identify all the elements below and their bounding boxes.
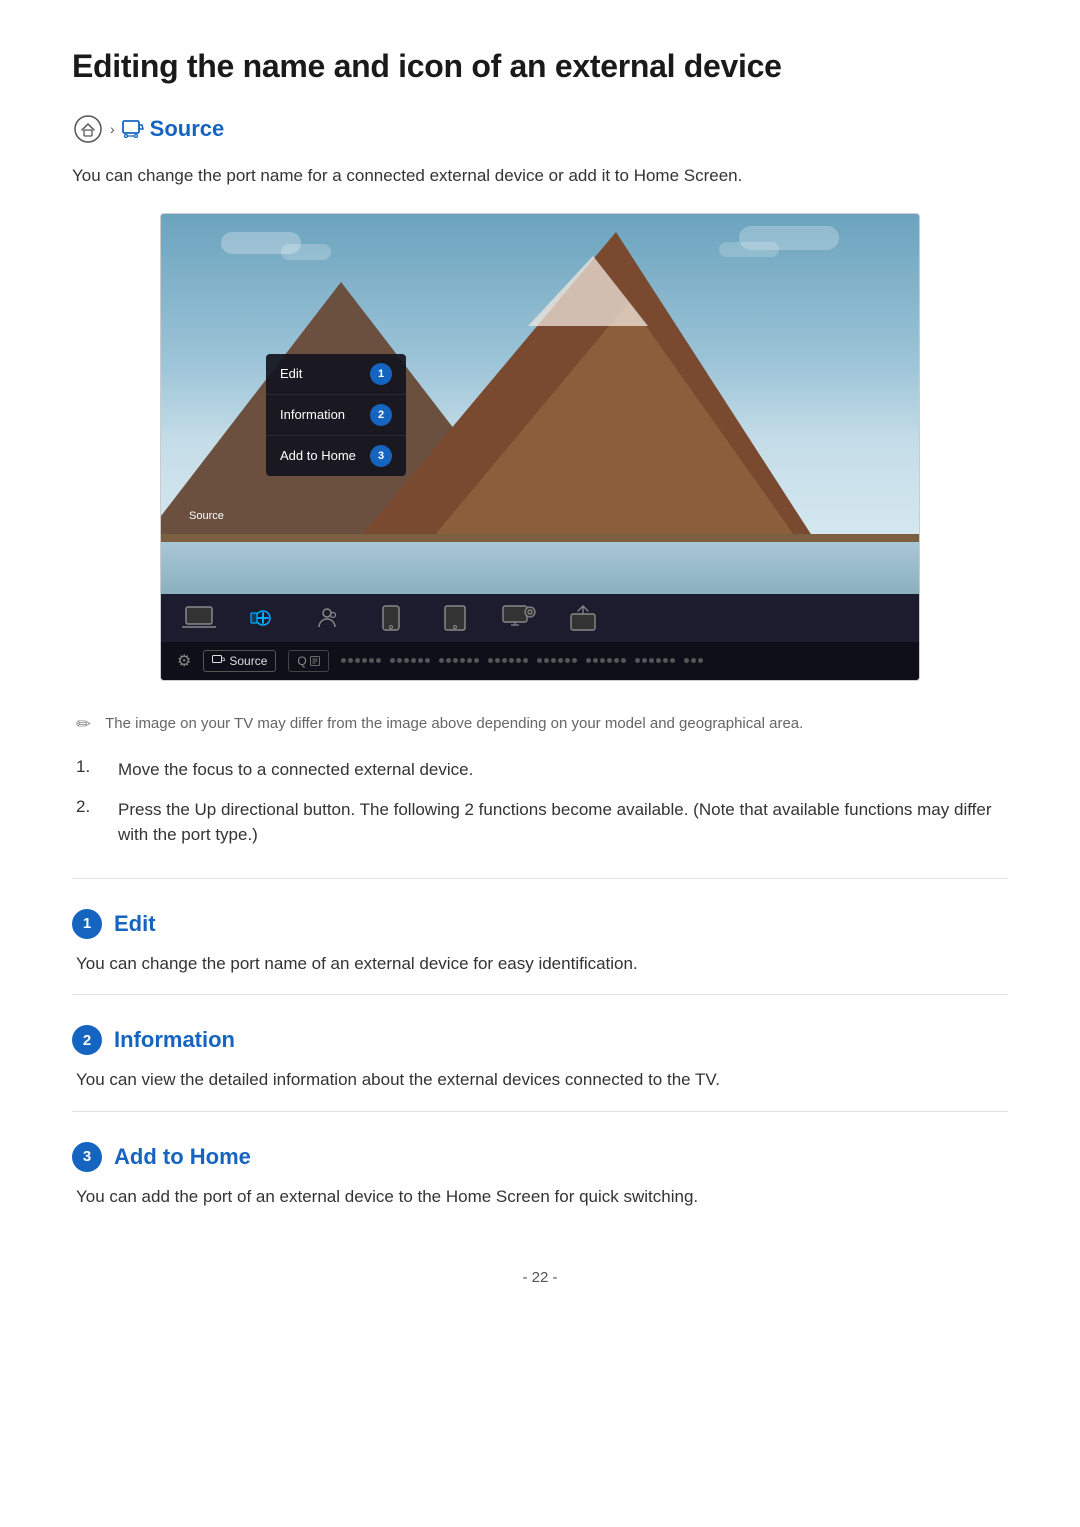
tv-screenshot: Edit 1 Information 2 Add to Home 3 Sourc…	[160, 213, 920, 681]
section-add-to-home-header: 3 Add to Home	[72, 1142, 1008, 1172]
tv-taskbar: ⚙ Source Q	[161, 642, 919, 680]
step-1: 1. Move the focus to a connected externa…	[76, 757, 1008, 783]
section-1-body: You can change the port name of an exter…	[72, 951, 1008, 977]
step-1-number: 1.	[76, 757, 104, 777]
section-3-body: You can add the port of an external devi…	[72, 1184, 1008, 1210]
tv-icon-tablet	[437, 604, 473, 632]
context-menu-item-edit[interactable]: Edit 1	[266, 354, 406, 395]
menu-item-add-label: Add to Home	[280, 448, 356, 463]
section-3-title: Add to Home	[114, 1144, 251, 1170]
section-2-body: You can view the detailed information ab…	[72, 1067, 1008, 1093]
divider-1	[72, 878, 1008, 879]
section-2-badge: 2	[72, 1025, 102, 1055]
menu-item-edit-label: Edit	[280, 366, 302, 381]
note-row: ✏ The image on your TV may differ from t…	[72, 713, 1008, 736]
step-2-number: 2.	[76, 797, 104, 817]
breadcrumb-source: Source	[121, 116, 225, 142]
context-menu-item-add-to-home[interactable]: Add to Home 3	[266, 436, 406, 476]
step-2: 2. Press the Up directional button. The …	[76, 797, 1008, 848]
page-number: - 22 -	[72, 1269, 1008, 1286]
divider-3	[72, 1111, 1008, 1112]
menu-badge-1: 1	[370, 363, 392, 385]
context-menu-item-information[interactable]: Information 2	[266, 395, 406, 436]
pencil-icon: ✏	[76, 714, 91, 735]
tv-icons-bar	[161, 594, 919, 642]
home-icon	[72, 113, 104, 145]
step-2-text: Press the Up directional button. The fol…	[118, 797, 1008, 848]
note-text: The image on your TV may differ from the…	[105, 713, 803, 736]
tv-icon-settings	[309, 604, 345, 632]
tv-icon-usb	[245, 604, 281, 632]
menu-badge-2: 2	[370, 404, 392, 426]
breadcrumb: › Source	[72, 113, 1008, 145]
taskbar-dots	[341, 658, 903, 663]
numbered-list: 1. Move the focus to a connected externa…	[72, 757, 1008, 848]
section-1-title: Edit	[114, 911, 156, 937]
taskbar-source-label: Source	[229, 654, 267, 668]
context-menu: Edit 1 Information 2 Add to Home 3	[266, 354, 406, 476]
search-q-label: Q	[297, 654, 306, 668]
tv-screen: Edit 1 Information 2 Add to Home 3 Sourc…	[161, 214, 919, 594]
tv-icon-monitor-settings	[501, 604, 537, 632]
source-label-on-screen: Source	[189, 510, 224, 522]
intro-text: You can change the port name for a conne…	[72, 163, 1008, 189]
page-title: Editing the name and icon of an external…	[72, 48, 1008, 85]
section-3-badge: 3	[72, 1142, 102, 1172]
tv-icon-laptop	[181, 604, 217, 632]
tv-icon-antenna	[565, 604, 601, 632]
source-icon	[121, 117, 145, 141]
tv-icon-phone	[373, 604, 409, 632]
breadcrumb-chevron: ›	[110, 121, 115, 137]
source-label: Source	[150, 116, 225, 142]
section-2-title: Information	[114, 1027, 235, 1053]
menu-badge-3: 3	[370, 445, 392, 467]
section-1-badge: 1	[72, 909, 102, 939]
menu-item-info-label: Information	[280, 407, 345, 422]
divider-2	[72, 994, 1008, 995]
section-information-header: 2 Information	[72, 1025, 1008, 1055]
step-1-text: Move the focus to a connected external d…	[118, 757, 473, 783]
taskbar-gear-icon: ⚙	[177, 651, 191, 671]
section-edit-header: 1 Edit	[72, 909, 1008, 939]
taskbar-source-button[interactable]: Source	[203, 650, 276, 672]
taskbar-search-button[interactable]: Q	[288, 650, 328, 672]
